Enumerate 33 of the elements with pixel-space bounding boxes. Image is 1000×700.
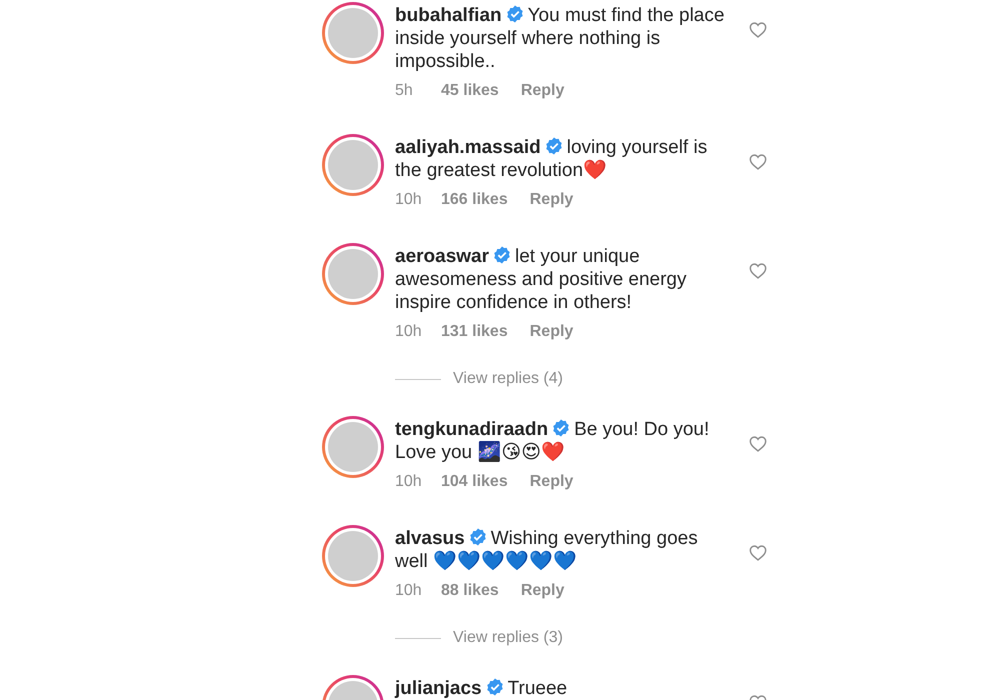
avatar-placeholder <box>328 422 378 472</box>
reply-link[interactable]: Reply <box>520 579 564 602</box>
comment-time: 5h <box>395 81 414 101</box>
comment-text: julianjacs Trueee <box>395 677 568 700</box>
comment-time: 10h <box>395 581 423 601</box>
comment-text: aaliyah.massaid loving yourself is the greatest revolution❤ <box>395 136 708 182</box>
comment-text: tengkunadiraadn Be you! Do you! Love you 🌌😘😍❤ <box>395 418 710 464</box>
likes-count[interactable]: 104 likes <box>441 470 508 493</box>
heart-icon[interactable] <box>749 436 767 452</box>
likes-count[interactable]: 131 likes <box>441 320 508 343</box>
heart-icon[interactable] <box>749 545 767 561</box>
likes-count[interactable]: 88 likes <box>441 579 499 602</box>
avatar-placeholder <box>328 531 378 581</box>
reply-link[interactable]: Reply <box>530 470 574 493</box>
likes-count[interactable]: 166 likes <box>441 188 508 211</box>
comment-text: alvasus Wishing everything goes well 💙💙💙💙💙💙 <box>395 527 699 573</box>
view-replies-link[interactable]: View replies (4) <box>453 367 563 391</box>
comment-time: 10h <box>395 472 423 492</box>
comment-time: 10h <box>395 322 423 342</box>
avatar-placeholder <box>328 249 378 299</box>
comment-text: bubahalfian You must find the place inside yourself where nothing is impossible.. <box>395 4 725 73</box>
comment-text: aeroaswar let your unique awesomeness and positive energy inspire confidence in others! <box>395 245 688 314</box>
heart-icon[interactable] <box>749 154 767 170</box>
avatar-placeholder <box>328 8 378 58</box>
avatar-placeholder <box>328 140 378 190</box>
reply-link[interactable]: Reply <box>520 79 564 102</box>
heart-icon[interactable] <box>749 22 767 38</box>
comment-time: 10h <box>395 190 423 210</box>
heart-icon[interactable] <box>749 263 767 279</box>
view-replies-link[interactable]: View replies (3) <box>453 626 563 650</box>
reply-link[interactable]: Reply <box>530 320 574 343</box>
likes-count[interactable]: 45 likes <box>441 79 499 102</box>
reply-link[interactable]: Reply <box>530 188 574 211</box>
